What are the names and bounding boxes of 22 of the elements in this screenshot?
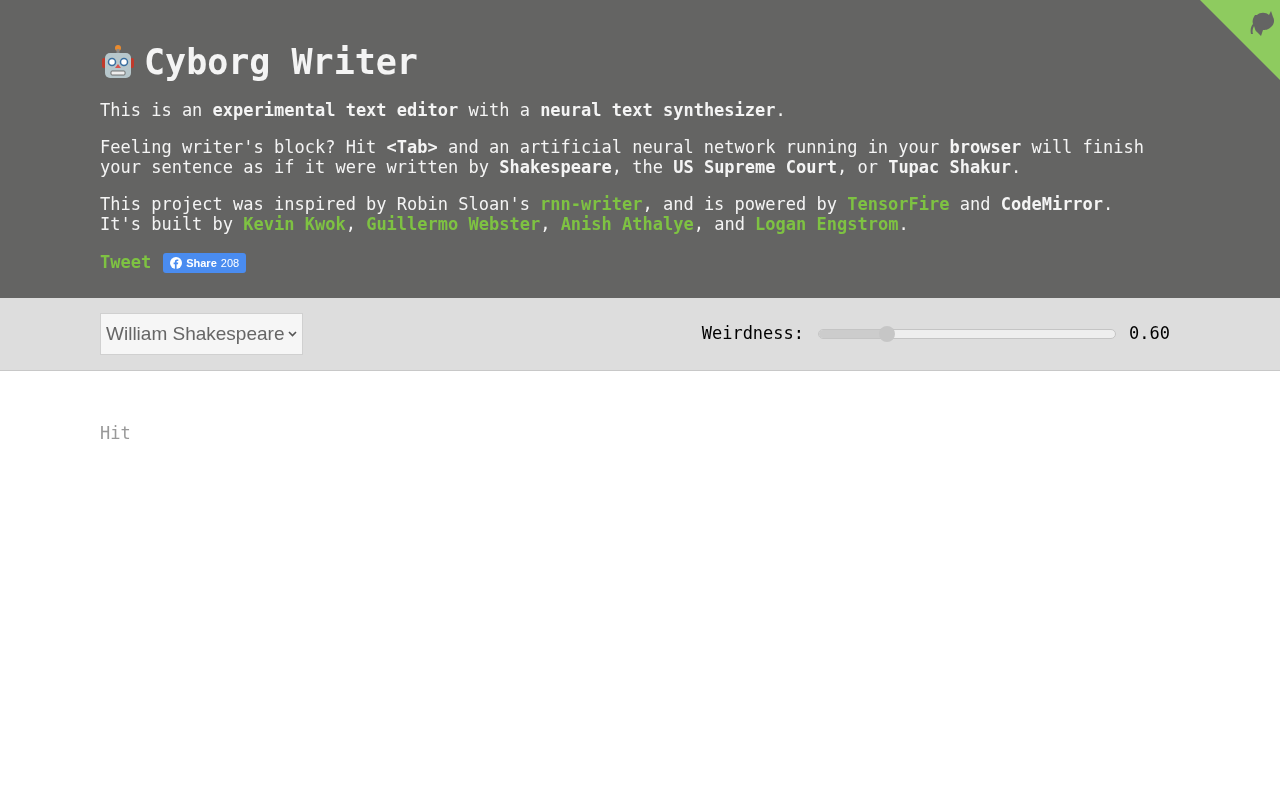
robot-icon [100,44,136,80]
weirdness-slider[interactable] [818,329,1117,339]
tweet-link[interactable]: Tweet [100,250,152,276]
weirdness-label: Weirdness: [701,322,805,346]
text-link[interactable]: Logan Engstrom [755,214,899,234]
text-link[interactable]: Guillermo Webster [366,214,541,234]
text-link[interactable]: rnn-writer [540,194,643,214]
intro-paragraph: Feeling writer's block? Hit <Tab> and an artificial neural network running in your browser will finish your sentence as if it were written by Shakespeare, the US Supreme Court, or Tupac Shakur. [100,137,1145,177]
weirdness-value: 0.60 [1129,322,1170,346]
chevron-down-icon [288,331,297,337]
slider-thumb[interactable] [879,326,896,342]
text-link[interactable]: Anish Athalye [560,214,694,234]
intro-paragraph: This project was inspired by Robin Sloan's rnn-writer, and is powered by TensorFire and CodeMirror. It's built by Kevin Kwok, Guillermo Webster, Anish Athalye, and Logan Engstrom. [100,194,1115,234]
text-link[interactable]: TensorFire [847,194,950,214]
facebook-icon [170,256,183,269]
page-title: Cyborg Writer [144,41,418,84]
model-select[interactable]: William Shakespeare [100,313,303,355]
intro-paragraph: This is an experimental text editor with a neural text synthesizer. [100,100,787,120]
text-editor[interactable]: Hit [0,371,1280,791]
github-corner-icon[interactable] [1200,0,1280,80]
share-button[interactable]: Share 208 [163,252,247,273]
text-link[interactable]: Kevin Kwok [243,214,346,234]
